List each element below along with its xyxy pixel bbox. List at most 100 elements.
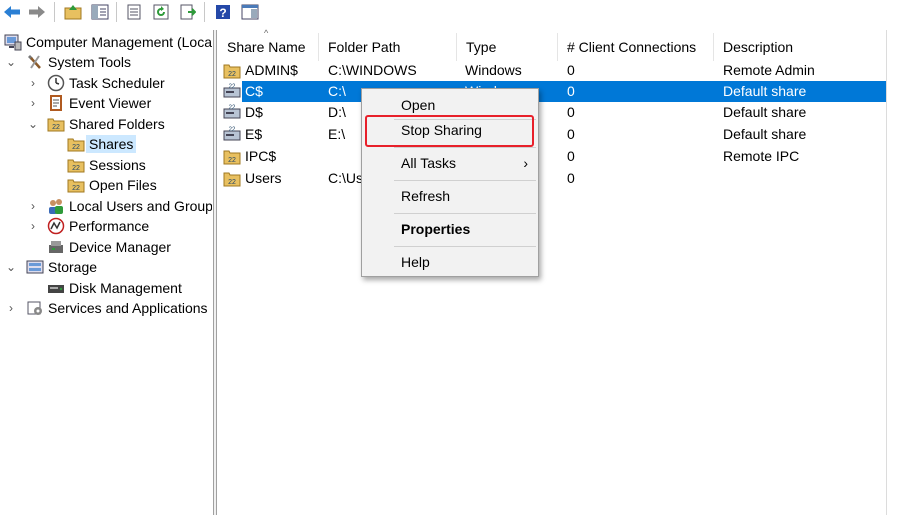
folder-path: D:\	[328, 104, 346, 120]
tree-item-label: Sessions	[89, 157, 146, 173]
table-row[interactable]: 22 ADMIN$ C:\WINDOWS Windows 0 Remote Ad…	[218, 60, 886, 81]
folder-path: E:\	[328, 126, 346, 142]
menu-item-open[interactable]: Open	[364, 93, 536, 117]
shared-folder-icon: 22	[67, 176, 85, 194]
help-icon[interactable]: ?	[213, 2, 233, 22]
chevron-down-icon[interactable]: ⌄	[5, 52, 17, 72]
tree-item-label: Shared Folders	[69, 116, 165, 132]
menu-item-properties[interactable]: Properties	[364, 217, 536, 241]
column-header-type[interactable]: Type	[457, 33, 558, 61]
tree-item-event-viewer[interactable]: Event Viewer	[47, 93, 151, 113]
table-row[interactable]: 22 IPC$ 0 Remote IPC	[218, 146, 886, 167]
table-row[interactable]: 22 D$ D:\ 0 Default share	[218, 102, 886, 123]
chevron-down-icon[interactable]: ⌄	[5, 257, 17, 277]
client-connections: 0	[567, 148, 575, 164]
storage-icon	[26, 258, 44, 276]
svg-text:22: 22	[228, 179, 236, 186]
tree-item-storage[interactable]: Storage	[26, 257, 97, 277]
tree-item-label: Disk Management	[69, 280, 182, 296]
share-name: Users	[245, 170, 282, 186]
chevron-right-icon[interactable]: ›	[27, 196, 39, 216]
tree-item-label: Task Scheduler	[69, 75, 165, 91]
drive-share-icon: 22	[223, 105, 241, 119]
folder-path: C:\Us	[328, 170, 363, 186]
menu-item-help[interactable]: Help	[364, 250, 536, 274]
tree-item-local-users-and-groups[interactable]: Local Users and Groups	[47, 196, 212, 216]
share-type: Windows	[465, 62, 522, 78]
tree-item-label: Event Viewer	[69, 95, 152, 111]
chevron-down-icon[interactable]: ⌄	[27, 114, 39, 134]
up-folder-icon[interactable]	[63, 2, 83, 22]
share-name: E$	[245, 126, 263, 142]
services-icon	[26, 299, 44, 317]
tree-item-label: System Tools	[48, 54, 131, 70]
svg-text:22: 22	[229, 127, 236, 133]
tree-item-task-scheduler[interactable]: Task Scheduler	[47, 73, 165, 93]
tree-item-shared-folders[interactable]: 22 Shared Folders	[47, 114, 165, 134]
tools-icon	[26, 53, 44, 71]
clock-icon	[47, 74, 65, 92]
users-icon	[47, 197, 65, 215]
forward-arrow-icon[interactable]	[27, 2, 47, 22]
shared-folder-icon: 22	[223, 172, 241, 187]
tree-root[interactable]: Computer Management (Local	[4, 32, 212, 52]
performance-icon	[47, 217, 65, 235]
tree-item-sessions[interactable]: 22 Sessions	[67, 155, 146, 175]
chevron-right-icon[interactable]: ›	[5, 298, 17, 318]
tree-item-disk-management[interactable]: Disk Management	[47, 278, 182, 298]
column-header-client-connections[interactable]: # Client Connections	[558, 33, 714, 61]
annotation-highlight-box	[365, 115, 534, 147]
column-header-label: Type	[466, 39, 497, 55]
tree-item-label: Local Users and Groups	[69, 198, 212, 214]
menu-item-all-tasks[interactable]: All Tasks ›	[364, 151, 536, 175]
shared-folder-icon: 22	[47, 115, 65, 133]
client-connections: 0	[567, 83, 575, 99]
table-row[interactable]: 22 Users C:\Us 0	[218, 168, 886, 189]
menu-separator	[394, 147, 536, 148]
action-pane-icon[interactable]	[240, 2, 260, 22]
tree-item-label: Open Files	[89, 177, 157, 193]
tree-item-label: Device Manager	[69, 239, 171, 255]
drive-share-icon: 22	[223, 84, 241, 98]
shares-list: Share Name Folder Path Type # Client Con…	[218, 30, 888, 515]
column-header-description[interactable]: Description	[714, 33, 886, 61]
svg-text:22: 22	[228, 71, 236, 78]
shared-folder-icon: 22	[223, 64, 241, 79]
show-hide-tree-icon[interactable]	[90, 2, 110, 22]
tree-item-label: Storage	[48, 259, 98, 275]
chevron-right-icon[interactable]: ›	[27, 93, 39, 113]
chevron-right-icon[interactable]: ›	[27, 73, 39, 93]
column-header-label: Description	[723, 39, 794, 55]
tree-item-label: Services and Applications	[48, 300, 208, 316]
share-description: Default share	[723, 83, 807, 99]
svg-text:22: 22	[228, 157, 236, 164]
column-header-folder-path[interactable]: Folder Path	[319, 33, 457, 61]
share-name: C$	[245, 83, 263, 99]
back-arrow-icon[interactable]	[2, 2, 22, 22]
folder-path: C:\WINDOWS	[328, 62, 417, 78]
refresh-icon[interactable]	[151, 2, 171, 22]
tree-item-shares[interactable]: 22 Shares	[67, 134, 137, 154]
tree-item-performance[interactable]: Performance	[47, 216, 149, 236]
column-header-share-name[interactable]: Share Name	[218, 33, 319, 61]
pane-splitter[interactable]	[213, 30, 217, 515]
tree-item-device-manager[interactable]: Device Manager	[47, 237, 171, 257]
tree-item-system-tools[interactable]: System Tools	[26, 52, 131, 72]
disk-icon	[47, 279, 65, 297]
table-row[interactable]: 22 E$ E:\ 0 Default share	[218, 124, 886, 145]
export-list-icon[interactable]	[178, 2, 198, 22]
svg-text:22: 22	[52, 124, 60, 131]
share-description: Remote IPC	[723, 148, 800, 164]
client-connections: 0	[567, 170, 575, 186]
tree-item-open-files[interactable]: 22 Open Files	[67, 175, 157, 195]
table-row-selected[interactable]: C$ C:\ Windows 0 Default share	[242, 81, 886, 102]
chevron-right-icon[interactable]: ›	[27, 216, 39, 236]
tree-root-label: Computer Management (Local	[26, 34, 212, 50]
properties-sheet-icon[interactable]	[124, 2, 144, 22]
svg-text:22: 22	[72, 185, 80, 192]
device-manager-icon	[47, 238, 65, 256]
menu-item-refresh[interactable]: Refresh	[364, 184, 536, 208]
list-right-border	[886, 30, 887, 515]
tree-item-services-and-applications[interactable]: Services and Applications	[26, 298, 208, 318]
sort-caret-icon: ^	[264, 28, 269, 38]
